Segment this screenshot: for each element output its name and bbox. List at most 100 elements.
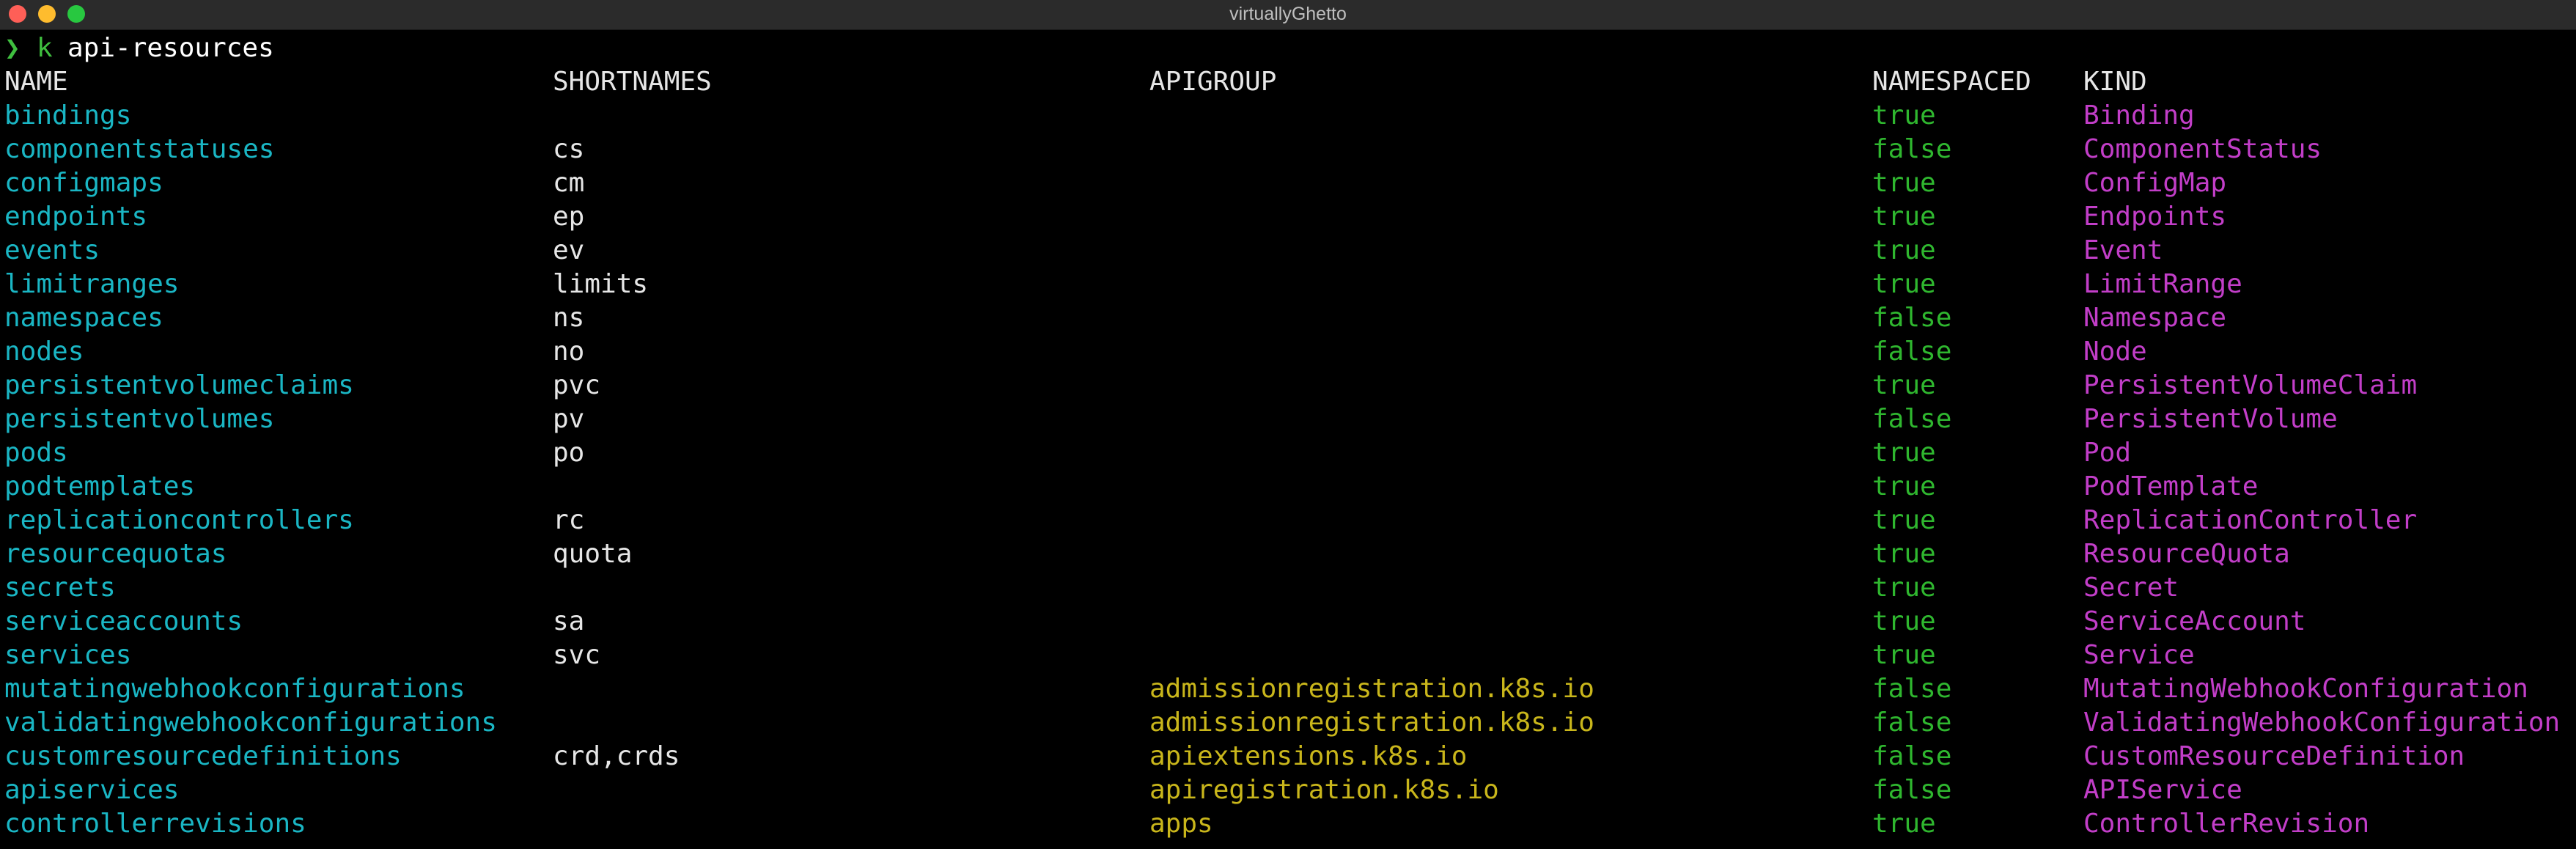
resource-kind: Namespace bbox=[2083, 303, 2227, 333]
resource-namespaced: true bbox=[1872, 370, 1936, 400]
prompt-arrow-icon: ❯ bbox=[4, 33, 21, 63]
resource-name: controllerrevisions bbox=[4, 809, 306, 839]
resource-apigroup: apiregistration.k8s.io bbox=[1149, 775, 1499, 805]
resource-namespaced: false bbox=[1872, 674, 1952, 704]
resource-kind: APIService bbox=[2083, 775, 2242, 805]
resource-namespaced: true bbox=[1872, 471, 1936, 501]
resource-apigroup: apiextensions.k8s.io bbox=[1149, 741, 1468, 771]
header-name: NAME bbox=[4, 67, 68, 97]
resource-kind: ValidatingWebhookConfiguration bbox=[2083, 708, 2561, 738]
header-apigroup: APIGROUP bbox=[1149, 67, 1277, 97]
resource-shortnames: rc bbox=[553, 505, 585, 535]
resource-namespaced: false bbox=[1872, 708, 1952, 738]
resource-name: validatingwebhookconfigurations bbox=[4, 708, 497, 738]
table-row: bindings true Binding bbox=[0, 99, 2576, 133]
resource-kind: Secret bbox=[2083, 573, 2179, 603]
resource-namespaced: true bbox=[1872, 539, 1936, 569]
resource-kind: PodTemplate bbox=[2083, 471, 2259, 501]
resource-shortnames: po bbox=[553, 438, 585, 468]
table-row: controllerrevisions apps true ControllerRev… bbox=[0, 807, 2576, 841]
resource-apigroup: admissionregistration.k8s.io bbox=[1149, 674, 1594, 704]
table-row: replicationcontrollers rc true ReplicationC… bbox=[0, 504, 2576, 537]
table-row: endpoints ep true Endpoints bbox=[0, 200, 2576, 234]
resource-kind: ControllerRevision bbox=[2083, 809, 2370, 839]
prompt-alias: k bbox=[37, 33, 53, 63]
resource-shortnames: pvc bbox=[553, 370, 601, 400]
resource-apigroup: apps bbox=[1149, 809, 1213, 839]
window-title: virtuallyGhetto bbox=[1229, 4, 1347, 24]
resource-kind: ComponentStatus bbox=[2083, 134, 2322, 164]
resource-kind: PersistentVolumeClaim bbox=[2083, 370, 2418, 400]
resource-name: events bbox=[4, 235, 100, 265]
resource-name: services bbox=[4, 640, 132, 670]
resource-namespaced: true bbox=[1872, 100, 1936, 131]
resource-shortnames: cs bbox=[553, 134, 585, 164]
resource-kind: MutatingWebhookConfiguration bbox=[2083, 674, 2528, 704]
table-row: pods po true Pod bbox=[0, 436, 2576, 470]
resource-name: pods bbox=[4, 438, 68, 468]
resource-name: mutatingwebhookconfigurations bbox=[4, 674, 465, 704]
resource-kind: CustomResourceDefinition bbox=[2083, 741, 2465, 771]
resource-kind: Pod bbox=[2083, 438, 2132, 468]
header-shortnames: SHORTNAMES bbox=[553, 67, 712, 97]
resource-name: componentstatuses bbox=[4, 134, 275, 164]
title-bar[interactable]: virtuallyGhetto bbox=[0, 0, 2576, 30]
table-row: resourcequotas quota true ResourceQuota bbox=[0, 537, 2576, 571]
resource-namespaced: true bbox=[1872, 573, 1936, 603]
resource-namespaced: true bbox=[1872, 809, 1936, 839]
resource-kind: ResourceQuota bbox=[2083, 539, 2290, 569]
table-row: serviceaccounts sa true ServiceAccount bbox=[0, 605, 2576, 639]
resource-namespaced: true bbox=[1872, 606, 1936, 636]
resource-namespaced: false bbox=[1872, 741, 1952, 771]
resource-name: bindings bbox=[4, 100, 132, 131]
table-row: nodes no false Node bbox=[0, 335, 2576, 369]
resource-kind: LimitRange bbox=[2083, 269, 2242, 299]
resource-namespaced: false bbox=[1872, 337, 1952, 367]
resource-apigroup: admissionregistration.k8s.io bbox=[1149, 708, 1594, 738]
resource-namespaced: true bbox=[1872, 202, 1936, 232]
resource-kind: Node bbox=[2083, 337, 2147, 367]
table-row: services svc true Service bbox=[0, 639, 2576, 672]
terminal-window: virtuallyGhetto ❯ k api-resources NAME S… bbox=[0, 0, 2576, 849]
table-header: NAME SHORTNAMES APIGROUP NAMESPACED KIND bbox=[0, 65, 2576, 99]
resource-name: namespaces bbox=[4, 303, 163, 333]
resource-name: podtemplates bbox=[4, 471, 196, 501]
resource-namespaced: true bbox=[1872, 505, 1936, 535]
resource-shortnames: quota bbox=[553, 539, 633, 569]
resource-kind: Event bbox=[2083, 235, 2163, 265]
table-row: persistentvolumes pv false PersistentVolume bbox=[0, 403, 2576, 436]
resource-name: configmaps bbox=[4, 168, 163, 198]
table-row: componentstatuses cs false ComponentStatus bbox=[0, 133, 2576, 166]
resource-namespaced: true bbox=[1872, 640, 1936, 670]
table-row: configmaps cm true ConfigMap bbox=[0, 166, 2576, 200]
table-row: customresourcedefinitions crd,crds apiexte… bbox=[0, 740, 2576, 773]
table-row: namespaces ns false Namespace bbox=[0, 301, 2576, 335]
resource-name: persistentvolumes bbox=[4, 404, 275, 434]
prompt-command: api-resources bbox=[67, 33, 274, 63]
resource-name: endpoints bbox=[4, 202, 148, 232]
resource-kind: ReplicationController bbox=[2083, 505, 2418, 535]
resource-name: apiservices bbox=[4, 775, 180, 805]
resource-namespaced: true bbox=[1872, 438, 1936, 468]
resource-shortnames: crd,crds bbox=[553, 741, 680, 771]
resource-shortnames: ev bbox=[553, 235, 585, 265]
table-row: apiservices apiregistration.k8s.io false AP… bbox=[0, 773, 2576, 807]
resource-namespaced: false bbox=[1872, 775, 1952, 805]
table-row: secrets true Secret bbox=[0, 571, 2576, 605]
resource-namespaced: true bbox=[1872, 168, 1936, 198]
table-row: events ev true Event bbox=[0, 234, 2576, 268]
resource-shortnames: sa bbox=[553, 606, 585, 636]
resource-namespaced: true bbox=[1872, 269, 1936, 299]
resource-kind: ConfigMap bbox=[2083, 168, 2227, 198]
resource-name: replicationcontrollers bbox=[4, 505, 354, 535]
resource-shortnames: pv bbox=[553, 404, 585, 434]
resource-shortnames: ep bbox=[553, 202, 585, 232]
resource-namespaced: true bbox=[1872, 235, 1936, 265]
resource-shortnames: ns bbox=[553, 303, 585, 333]
table-row: mutatingwebhookconfigurations admissionre… bbox=[0, 672, 2576, 706]
resource-namespaced: false bbox=[1872, 303, 1952, 333]
resource-shortnames: limits bbox=[553, 269, 649, 299]
resource-namespaced: false bbox=[1872, 404, 1952, 434]
resource-name: customresourcedefinitions bbox=[4, 741, 402, 771]
terminal-output[interactable]: ❯ k api-resources NAME SHORTNAMES APIGRO… bbox=[0, 32, 2576, 849]
